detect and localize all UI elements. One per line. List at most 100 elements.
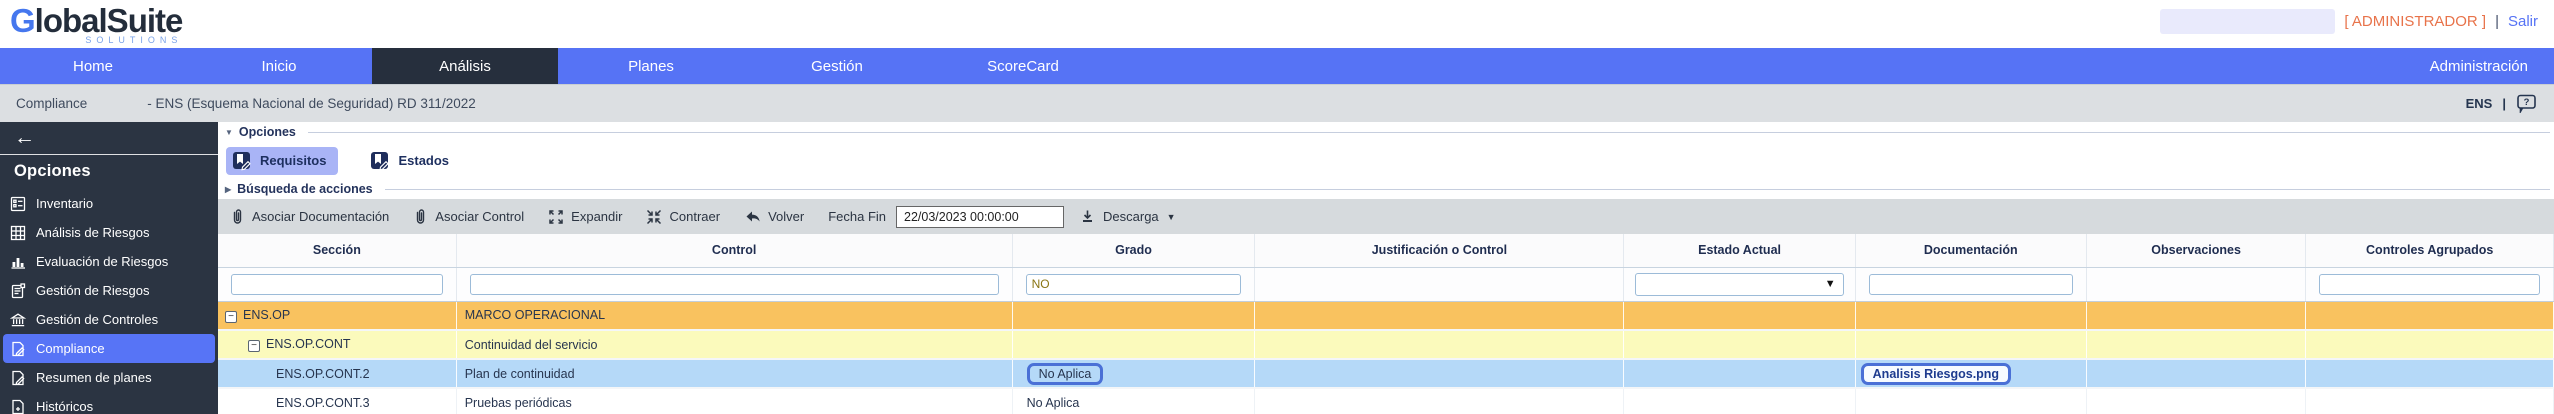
tab-estados[interactable]: Estados [364,147,461,175]
sidebar-item-label: Gestión de Riesgos [36,283,150,298]
breadcrumb-title: - ENS (Esquema Nacional de Seguridad) RD… [147,96,476,111]
button-label: Descarga [1103,209,1159,224]
doc-pencil-icon [12,341,25,356]
tab-label: Estados [398,153,450,168]
logout-link[interactable]: Salir [2508,13,2538,30]
contraer-button[interactable]: Contraer [646,209,720,225]
control-value: Continuidad del servicio [456,330,1013,360]
nav-item-administracion[interactable]: Administración [2430,48,2554,84]
filter-control-input[interactable] [469,273,999,295]
clipboard-list-icon [10,196,26,211]
globalsuite-logo: GlobalSuite SOLUTIONS [10,2,184,45]
filter-controles-agrupados-input[interactable] [2319,273,2540,295]
fecha-fin-input[interactable] [896,205,1065,228]
seccion-value: ENS.OP.CONT.2 [276,366,370,381]
button-label: Contraer [669,209,721,224]
sidebar-item-label: Resumen de planes [36,370,152,385]
filter-seccion-input[interactable] [231,273,443,295]
breadcrumb-section: Compliance [16,96,88,111]
undo-icon [746,211,760,222]
breadcrumb-separator: | [2502,96,2506,111]
sidebar-item-label: Gestión de Controles [36,312,159,327]
filter-estado-actual-select[interactable]: ▼ [1635,272,1844,296]
logo-wordmark: GlobalSuite [10,2,184,39]
sidebar-item-label: Compliance [36,341,105,356]
doc-pencil-tab-icon [371,151,390,170]
options-section-label: Opciones [238,125,296,139]
nav-item-inicio[interactable]: Inicio [186,48,372,84]
filter-grado-input[interactable] [1025,273,1242,295]
nav-item-gestion[interactable]: Gestión [744,48,930,84]
contract-icon [647,209,662,224]
sidebar-item-compliance[interactable]: Compliance [3,334,215,363]
main-nav: Home Inicio Análisis Planes Gestión Scor… [0,48,2554,84]
section-rule [384,188,2550,190]
table-row-ens-op-cont-2[interactable]: ENS.OP.CONT.2 Plan de continuidad No Apl… [218,359,2554,389]
sidebar-collapse-button[interactable]: ← [0,122,218,152]
sidebar-item-label: Evaluación de Riesgos [36,254,169,269]
asociar-documentacion-button[interactable]: Asociar Documentación [230,208,389,225]
expandir-button[interactable]: Expandir [548,209,622,225]
username-redacted [2160,9,2336,34]
table-header-row: Sección Control Grado Justificación o Co… [218,234,2554,268]
sidebar-item-label: Análisis de Riesgos [36,225,150,240]
bank-icon [10,312,26,326]
framework-label: ENS [2465,96,2493,111]
column-header-observaciones[interactable]: Observaciones [2086,234,2307,268]
chevron-down-icon: ▼ [1824,277,1836,290]
control-value: MARCO OPERACIONAL [456,301,1013,331]
logo-rest: lobalSuite [34,2,184,39]
table-row-ens-op[interactable]: − ENS.OP MARCO OPERACIONAL [218,301,2554,331]
paperclip-icon [417,209,425,224]
tabs-row: Requisitos Estados [218,142,2554,179]
column-header-estado-actual[interactable]: Estado Actual [1623,234,1856,268]
button-label: Expandir [571,209,623,224]
role-label: [ ADMINISTRADOR ] [2344,13,2487,30]
nav-item-scorecard[interactable]: ScoreCard [930,48,1116,84]
button-label: Volver [768,209,805,224]
column-header-grado[interactable]: Grado [1012,234,1256,268]
doc-pencil-icon [12,370,25,385]
nav-item-planes[interactable]: Planes [558,48,744,84]
nav-item-home[interactable]: Home [0,48,186,84]
sidebar-item-inventario[interactable]: Inventario [0,189,218,218]
chevron-down-icon: ▼ [1166,211,1176,222]
descarga-button[interactable]: Descarga ▼ [1080,209,1176,224]
search-actions-section-header[interactable]: ▶ Búsqueda de acciones [218,179,2554,199]
sidebar-item-evaluacion-de-riesgos[interactable]: Evaluación de Riesgos [0,247,218,276]
nav-item-analisis[interactable]: Análisis [372,48,558,84]
toolbar: Asociar Documentación Asociar Control Ex… [218,199,2554,234]
sidebar-item-analisis-de-riesgos[interactable]: Análisis de Riesgos [0,218,218,247]
sidebar-item-gestion-de-riesgos[interactable]: Gestión de Riesgos [0,276,218,305]
breadcrumb: Compliance - ENS (Esquema Nacional de Se… [0,84,2554,122]
column-header-seccion[interactable]: Sección [218,234,457,268]
table-row-ens-op-cont[interactable]: − ENS.OP.CONT Continuidad del servicio [218,330,2554,360]
sidebar-item-historicos[interactable]: Históricos [0,392,218,414]
column-header-justificacion[interactable]: Justificación o Control [1254,234,1625,268]
chevron-right-icon: ▶ [225,184,232,194]
sidebar-item-gestion-de-controles[interactable]: Gestión de Controles [0,305,218,334]
seccion-value: ENS.OP.CONT [266,337,351,351]
table-row-ens-op-cont-3[interactable]: ENS.OP.CONT.3 Pruebas periódicas No Apli… [218,388,2554,414]
collapse-toggle-icon[interactable]: − [225,310,237,323]
sidebar-item-resumen-de-planes[interactable]: Resumen de planes [0,363,218,392]
chevron-down-icon: ▼ [225,127,233,137]
documentation-link[interactable]: Analisis Riesgos.png [1860,362,2012,385]
filter-documentacion-input[interactable] [1868,273,2073,295]
help-icon[interactable]: ? [2516,94,2538,113]
button-label: Asociar Control [435,209,525,224]
volver-button[interactable]: Volver [744,209,804,224]
collapse-toggle-icon[interactable]: − [248,340,260,352]
grado-value: No Aplica [1012,388,1256,414]
tab-requisitos[interactable]: Requisitos [226,146,339,175]
column-header-controles-agrupados[interactable]: Controles Agrupados [2305,234,2554,268]
tab-label: Requisitos [260,153,327,168]
asociar-control-button[interactable]: Asociar Control [413,208,524,225]
column-header-control[interactable]: Control [456,234,1013,268]
grado-selected-cell[interactable]: No Aplica [1026,362,1104,385]
options-section-header[interactable]: ▼ Opciones [218,122,2554,142]
column-header-documentacion[interactable]: Documentación [1855,234,2087,268]
doc-plus-icon [12,399,24,414]
svg-text:?: ? [2524,97,2530,108]
section-rule [307,131,2550,133]
